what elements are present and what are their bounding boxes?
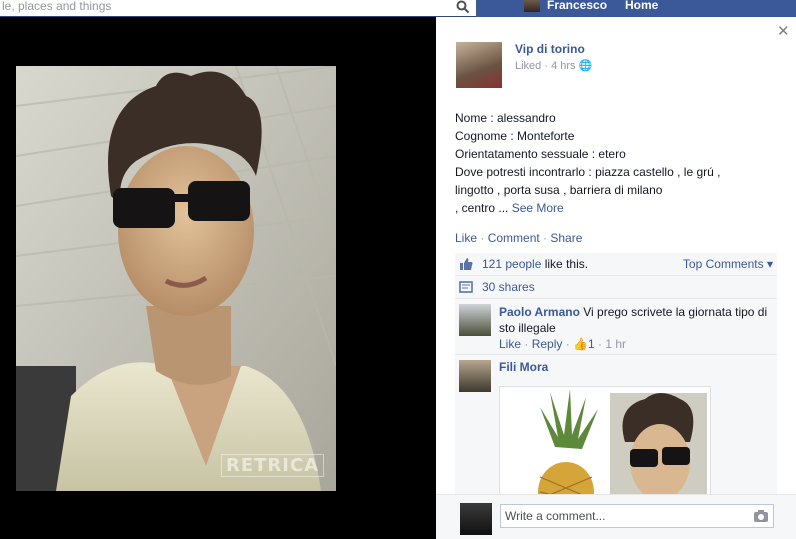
post-line: Dove potresti incontrarlo : piazza caste… xyxy=(455,165,721,179)
globe-icon: 🌐 xyxy=(578,60,593,72)
comment-item: Fili Mora xyxy=(455,355,777,498)
small-thumbs-up-icon: 👍 xyxy=(573,337,588,351)
post-line: lingotto , porta susa , barriera di mila… xyxy=(455,183,663,197)
comment-composer xyxy=(436,494,796,539)
shares-count-link[interactable]: 30 shares xyxy=(482,280,535,294)
search-input[interactable]: le, places and things xyxy=(0,0,476,17)
retrica-watermark: RETRICA xyxy=(221,454,325,477)
see-more-link[interactable]: See More xyxy=(512,201,564,215)
comment-like-count[interactable]: 1 xyxy=(588,337,595,351)
likes-count-link[interactable]: 121 people xyxy=(482,257,541,271)
commenter-avatar[interactable] xyxy=(459,304,491,336)
comment-link[interactable]: Comment xyxy=(488,231,540,245)
post-meta: Liked · 4 hrs 🌐 xyxy=(515,60,593,72)
comment-time[interactable]: 1 hr xyxy=(605,337,626,351)
post-line: Cognome : Monteforte xyxy=(455,129,575,143)
likes-text: 121 people like this. xyxy=(482,257,588,271)
post-panel: ✕ Vip di torino Liked · 4 hrs 🌐 Nome : a… xyxy=(436,17,796,539)
likes-row: 121 people like this. Top Comments ▾ xyxy=(455,253,777,276)
home-link[interactable]: Home xyxy=(625,0,658,12)
user-name-link[interactable]: Francesco xyxy=(547,0,607,12)
user-avatar[interactable] xyxy=(524,0,540,12)
top-comments-label: Top Comments xyxy=(682,257,764,271)
commenter-name-link[interactable]: Paolo Armano xyxy=(499,305,580,319)
chevron-down-icon: ▾ xyxy=(766,257,773,271)
like-link[interactable]: Like xyxy=(455,231,477,245)
post-line: Orientatamento sessuale : etero xyxy=(455,147,626,161)
top-navbar: le, places and things Francesco Home xyxy=(0,0,796,17)
camera-icon[interactable] xyxy=(753,509,769,523)
page-avatar[interactable] xyxy=(456,42,502,88)
search-icon[interactable] xyxy=(456,0,470,14)
search-text: le, places and things xyxy=(2,0,112,13)
comment-attachment-image[interactable] xyxy=(499,386,711,498)
post-line: , centro ... See More xyxy=(455,199,785,217)
post-line: Nome : alessandro xyxy=(455,111,556,125)
shares-row: 30 shares xyxy=(455,276,777,299)
post-time[interactable]: 4 hrs xyxy=(551,60,575,72)
photo-stage: RETRICA xyxy=(0,17,436,539)
share-icon xyxy=(459,281,473,293)
current-user-avatar xyxy=(460,503,492,535)
commenter-avatar[interactable] xyxy=(459,360,491,392)
commenter-name-link[interactable]: Fili Mora xyxy=(499,360,548,374)
post-actions: Like · Comment · Share xyxy=(455,231,583,245)
comment-input[interactable] xyxy=(500,504,774,528)
close-icon[interactable]: ✕ xyxy=(777,22,790,40)
post-last-line: , centro ... xyxy=(455,201,509,215)
page-name-link[interactable]: Vip di torino xyxy=(515,42,585,56)
comment-like-link[interactable]: Like xyxy=(499,337,521,351)
comment-item: Paolo Armano Vi prego scrivete la giorna… xyxy=(455,299,777,355)
likes-suffix: like this. xyxy=(541,257,589,271)
post-text: Nome : alessandro Cognome : Monteforte O… xyxy=(455,109,785,217)
post-photo[interactable]: RETRICA xyxy=(16,66,336,491)
share-link[interactable]: Share xyxy=(550,231,582,245)
comment-body: Paolo Armano Vi prego scrivete la giorna… xyxy=(499,304,769,336)
comment-actions: Like · Reply · 👍1 · 1 hr xyxy=(499,337,627,351)
top-comments-dropdown[interactable]: Top Comments ▾ xyxy=(683,257,773,271)
liked-label: Liked xyxy=(515,60,542,72)
thumbs-up-icon xyxy=(460,258,473,270)
comment-reply-link[interactable]: Reply xyxy=(532,337,563,351)
ufi-box: 121 people like this. Top Comments ▾ 30 … xyxy=(455,253,777,498)
